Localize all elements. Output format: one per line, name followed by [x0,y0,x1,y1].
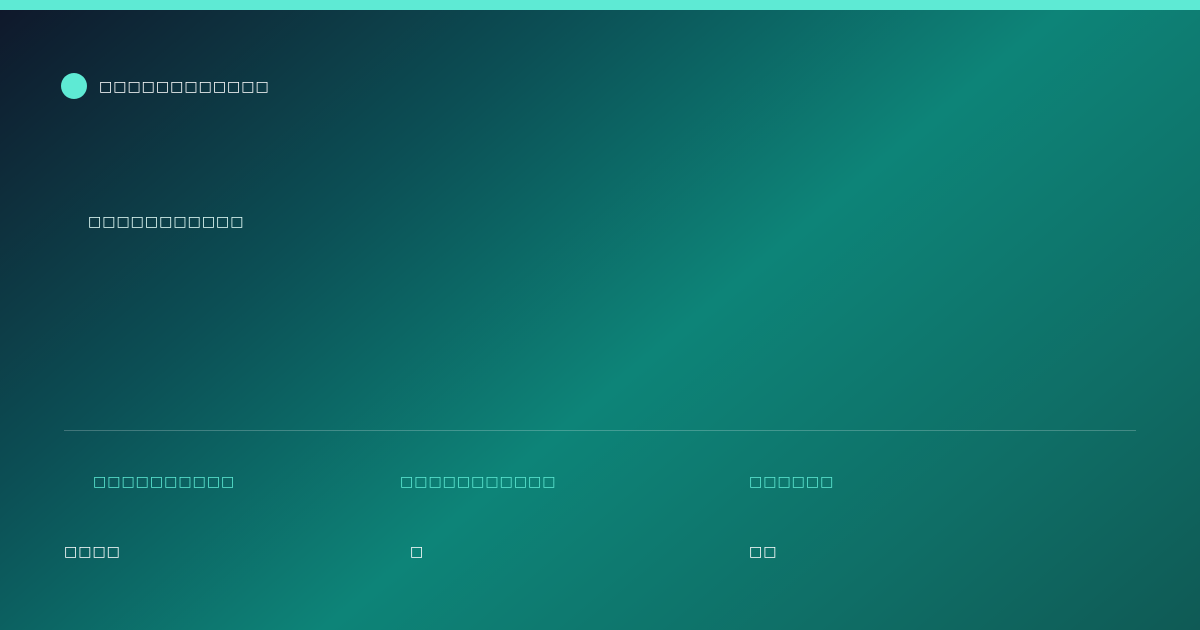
stat-value-2: □ [410,544,425,560]
accent-top-bar [0,0,1200,10]
headline: □□□□□□□□□□□ [88,214,245,230]
brand-name: □□□□□□□□□□□□ [99,79,270,95]
stat-value-3: □□ [749,544,778,560]
share-card: □□□□□□□□□□□□ □□□□□□□□□□□ □□□□□□□□□□ □□□□… [0,0,1200,630]
circle-logo-icon [61,73,87,99]
stat-value-1: □□□□ [64,544,121,560]
divider [64,430,1136,431]
stat-label-3: □□□□□□ [749,474,835,490]
stat-label-1: □□□□□□□□□□ [93,474,236,490]
stat-label-2: □□□□□□□□□□□ [400,474,557,490]
